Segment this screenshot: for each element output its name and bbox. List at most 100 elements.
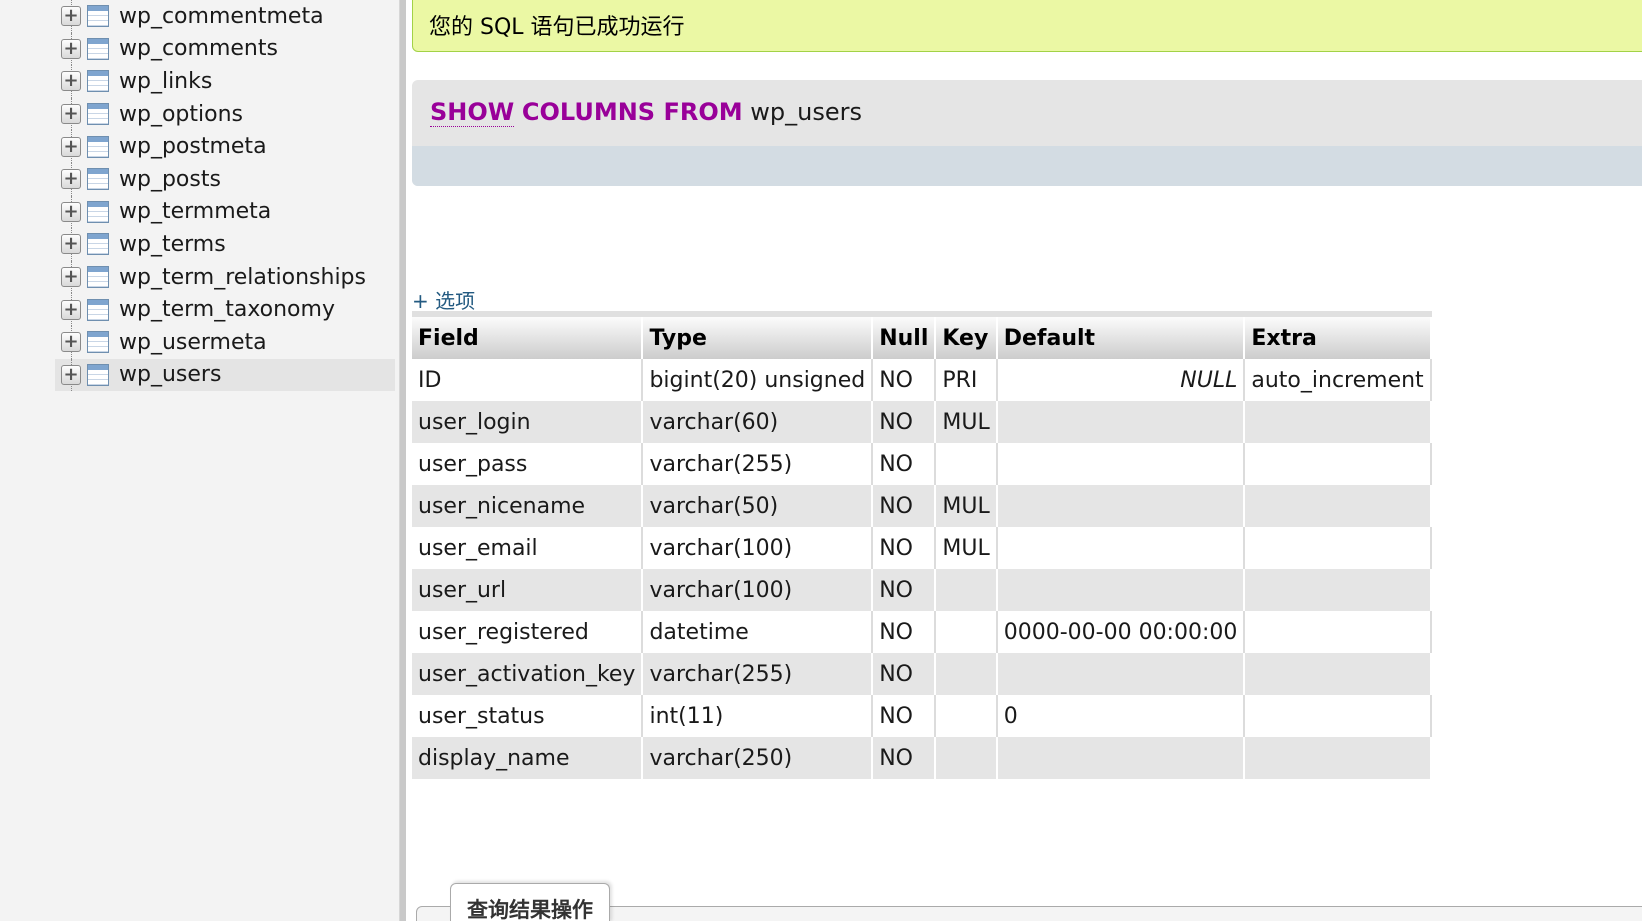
table-cell [996, 527, 1246, 569]
table-cell [996, 485, 1246, 527]
table-cell: varchar(100) [642, 527, 874, 569]
nav-table-item[interactable]: + wp_users [55, 358, 395, 392]
expand-icon[interactable]: + [61, 136, 81, 157]
table-cell [1244, 485, 1432, 527]
expand-icon[interactable]: + [61, 201, 81, 222]
table-cell: user_status [412, 695, 644, 737]
expand-icon[interactable]: + [61, 267, 81, 288]
table-cell: varchar(50) [642, 485, 874, 527]
expand-icon[interactable]: + [61, 169, 81, 190]
table-cell: datetime [642, 611, 874, 653]
nav-table-name[interactable]: wp_term_taxonomy [119, 297, 335, 322]
nav-table-name[interactable]: wp_users [119, 362, 221, 387]
results-header-row: Field Type Null Key Default Extra [412, 311, 1432, 359]
column-header[interactable]: Key [935, 311, 998, 359]
table-cell [1244, 611, 1432, 653]
column-header[interactable]: Default [996, 311, 1246, 359]
expand-icon[interactable]: + [61, 6, 81, 27]
nav-table-name[interactable]: wp_postmeta [119, 134, 267, 159]
nav-table-item[interactable]: + wp_commentmeta [55, 0, 395, 33]
table-cell: bigint(20) unsigned [642, 359, 874, 401]
table-tree: + wp_commentmeta + wp_comments + wp_links + wp_… [55, 0, 395, 392]
nav-table-item[interactable]: + wp_options [55, 97, 395, 131]
nav-table-item[interactable]: + wp_posts [55, 162, 395, 196]
expand-icon[interactable]: + [61, 234, 81, 255]
table-cell: NULL [996, 359, 1246, 401]
nav-table-item[interactable]: + wp_usermeta [55, 325, 395, 359]
nav-table-name[interactable]: wp_terms [119, 232, 226, 257]
nav-table-name[interactable]: wp_comments [119, 36, 278, 61]
nav-table-name[interactable]: wp_links [119, 69, 212, 94]
options-toggle-link[interactable]: + 选项 [412, 285, 475, 314]
table-cell: NO [872, 527, 937, 569]
table-icon [87, 5, 109, 28]
table-row: user_url varchar(100) NO [412, 569, 1432, 611]
nav-table-name[interactable]: wp_posts [119, 167, 221, 192]
table-row: user_email varchar(100) NO MUL [412, 527, 1432, 569]
expand-icon[interactable]: + [61, 104, 81, 125]
table-row: user_login varchar(60) NO MUL [412, 401, 1432, 443]
table-cell [1244, 443, 1432, 485]
table-cell: ID [412, 359, 644, 401]
nav-table-name[interactable]: wp_commentmeta [119, 4, 324, 29]
nav-table-name[interactable]: wp_termmeta [119, 199, 271, 224]
table-cell: varchar(250) [642, 737, 874, 779]
table-cell [996, 653, 1246, 695]
expand-icon[interactable]: + [61, 38, 81, 59]
table-row: display_name varchar(250) NO [412, 737, 1432, 779]
table-icon [87, 135, 109, 158]
table-cell: NO [872, 695, 937, 737]
nav-table-item[interactable]: + wp_term_relationships [55, 260, 395, 294]
column-header[interactable]: Null [872, 311, 937, 359]
table-cell [996, 569, 1246, 611]
table-cell: user_registered [412, 611, 644, 653]
table-cell: NO [872, 737, 937, 779]
expand-icon[interactable]: + [61, 332, 81, 353]
table-icon [87, 298, 109, 321]
table-icon [87, 233, 109, 256]
nav-table-name[interactable]: wp_options [119, 102, 243, 127]
table-cell: int(11) [642, 695, 874, 737]
table-cell: NO [872, 359, 937, 401]
table-row: user_registered datetime NO 0000-00-00 00:0… [412, 611, 1432, 653]
table-cell: user_activation_key [412, 653, 644, 695]
expand-icon[interactable]: + [61, 71, 81, 92]
table-cell [996, 737, 1246, 779]
table-cell [935, 737, 998, 779]
nav-table-item[interactable]: + wp_comments [55, 32, 395, 66]
table-cell [1244, 527, 1432, 569]
nav-table-name[interactable]: wp_term_relationships [119, 265, 366, 290]
table-cell: user_email [412, 527, 644, 569]
table-cell: NO [872, 485, 937, 527]
nav-table-item[interactable]: + wp_termmeta [55, 195, 395, 229]
column-header[interactable]: Field [412, 311, 644, 359]
table-cell [996, 401, 1246, 443]
table-cell [1244, 569, 1432, 611]
table-cell [1244, 653, 1432, 695]
table-cell [935, 695, 998, 737]
table-cell: user_login [412, 401, 644, 443]
nav-table-item[interactable]: + wp_postmeta [55, 130, 395, 163]
table-row: ID bigint(20) unsigned NO PRI NULL auto_incre… [412, 359, 1432, 401]
expand-icon[interactable]: + [61, 299, 81, 320]
table-icon [87, 103, 109, 126]
table-cell: display_name [412, 737, 644, 779]
table-cell: MUL [935, 527, 998, 569]
expand-icon[interactable]: + [61, 364, 81, 385]
table-cell: user_pass [412, 443, 644, 485]
table-cell [935, 611, 998, 653]
table-cell: user_nicename [412, 485, 644, 527]
table-cell [1244, 401, 1432, 443]
success-message: 您的 SQL 语句已成功运行 [412, 0, 1642, 52]
results-body: ID bigint(20) unsigned NO PRI NULL auto_incre… [412, 359, 1432, 779]
sql-keyword-show-link[interactable]: SHOW [430, 98, 515, 127]
nav-table-item[interactable]: + wp_terms [55, 228, 395, 261]
column-header[interactable]: Type [642, 311, 874, 359]
table-cell: NO [872, 569, 937, 611]
table-icon [87, 331, 109, 354]
nav-table-item[interactable]: + wp_term_taxonomy [55, 293, 395, 326]
column-header[interactable]: Extra [1244, 311, 1432, 359]
table-cell: NO [872, 401, 937, 443]
nav-table-item[interactable]: + wp_links [55, 65, 395, 98]
nav-table-name[interactable]: wp_usermeta [119, 330, 267, 355]
